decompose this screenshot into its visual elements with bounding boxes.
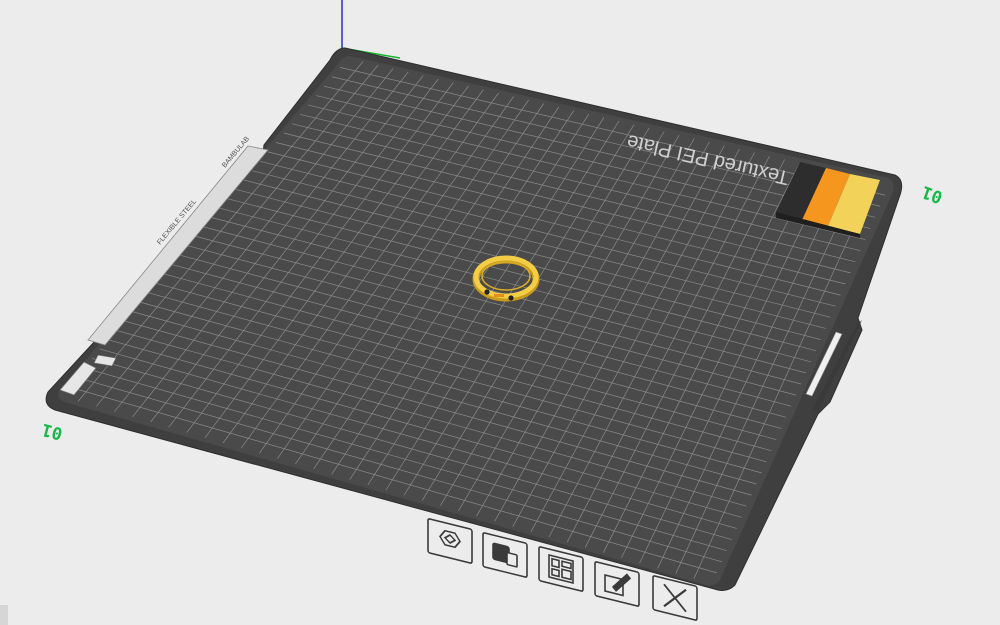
panel-edge — [0, 605, 8, 625]
plate-settings-button[interactable] — [594, 561, 640, 607]
arrange-button[interactable] — [538, 546, 584, 592]
auto-orient-button[interactable] — [427, 518, 473, 564]
plate-number-front: 01 — [40, 419, 65, 444]
plate-number-right: 01 — [919, 181, 945, 207]
lock-plate-button[interactable] — [482, 532, 528, 578]
3d-viewport[interactable]: BAMBULAB FLEXIBLE STEEL Textured PEI Pla… — [0, 0, 1000, 625]
